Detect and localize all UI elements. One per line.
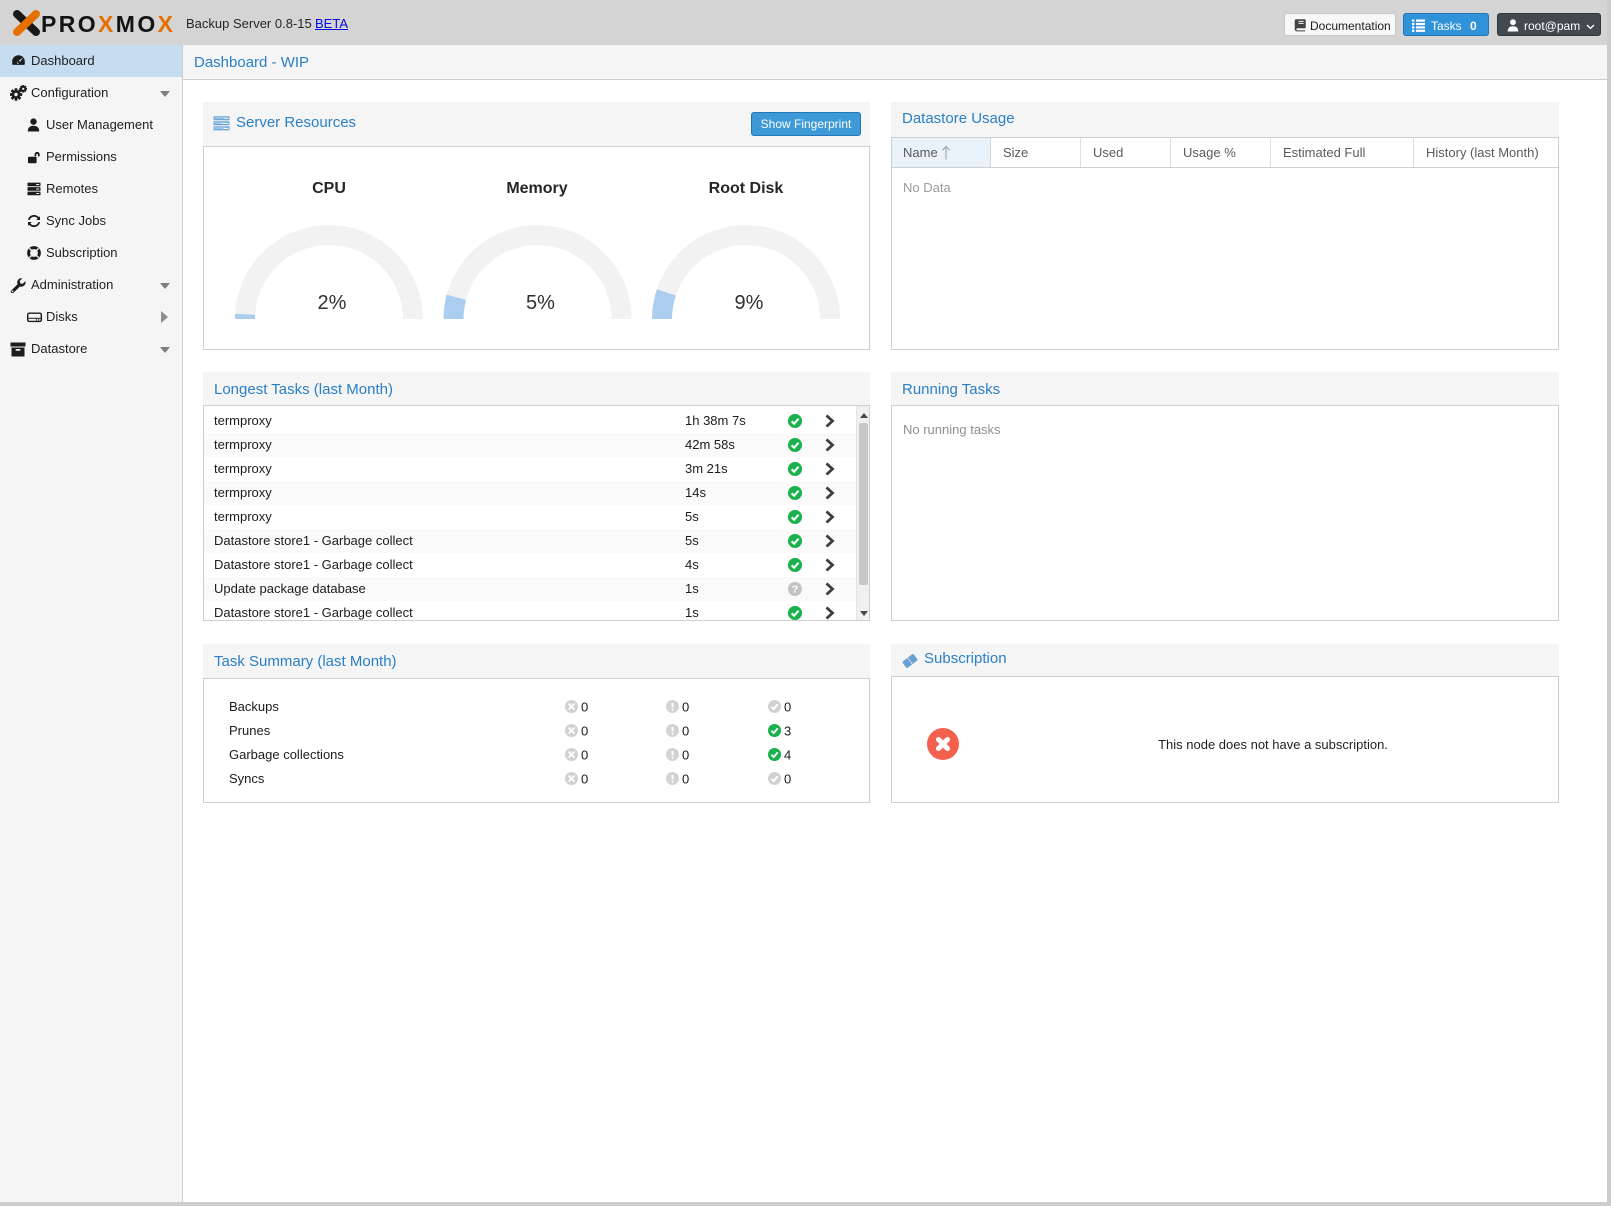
svg-text:0: 0	[581, 748, 588, 763]
svg-text:4: 4	[784, 748, 791, 763]
svg-text:0: 0	[682, 700, 689, 715]
svg-text:0: 0	[581, 700, 588, 715]
svg-text:5%: 5%	[526, 292, 555, 314]
svg-text:0: 0	[784, 772, 791, 787]
svg-text:0: 0	[581, 772, 588, 787]
svg-text:0: 0	[682, 724, 689, 739]
svg-text:0: 0	[784, 700, 791, 715]
svg-text:2%: 2%	[318, 292, 347, 314]
svg-text:9%: 9%	[735, 292, 764, 314]
svg-text:3: 3	[784, 724, 791, 739]
svg-text:0: 0	[682, 748, 689, 763]
svg-text:0: 0	[581, 724, 588, 739]
svg-text:0: 0	[682, 772, 689, 787]
